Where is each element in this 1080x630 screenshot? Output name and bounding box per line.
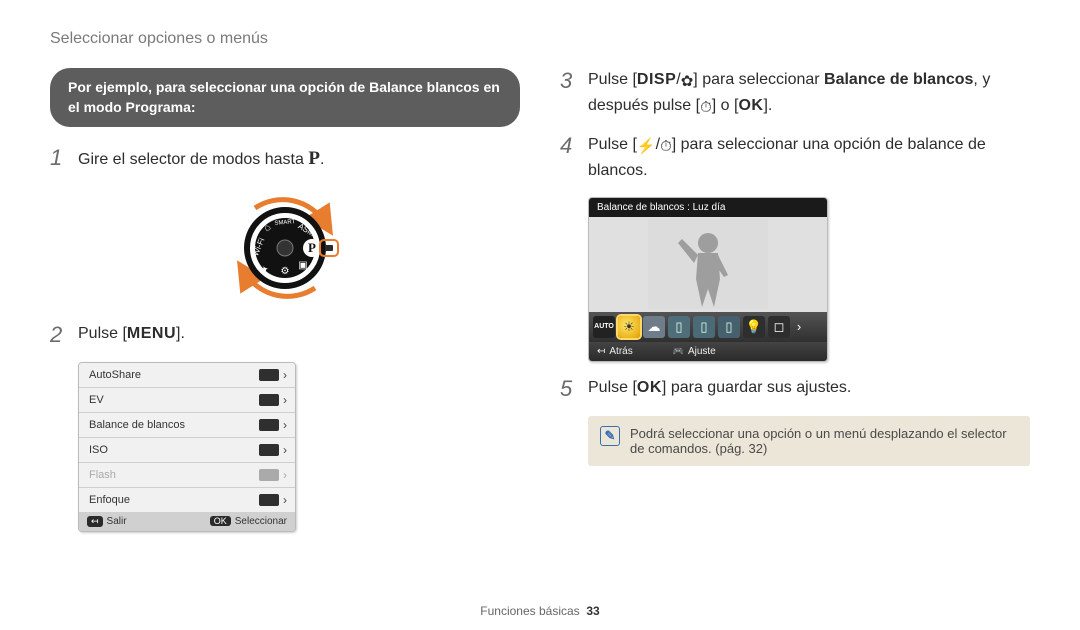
- wb-title: Balance de blancos : Luz día: [589, 198, 827, 217]
- info-note: ✎ Podrá seleccionar una opción o un menú…: [588, 416, 1030, 466]
- ev-icon: [259, 394, 279, 406]
- left-column: Por ejemplo, para seleccionar una opción…: [50, 68, 520, 532]
- mode-dial-illustration: SMART ASM ⌂ Wi-Fi ✦ ⚙ ▣ P: [225, 188, 345, 308]
- wb-fluorescent3-icon: ▯: [718, 316, 740, 338]
- menu-footer: ↤Salir OKSeleccionar: [79, 512, 295, 531]
- step-3: 3 Pulse [DISP/✿] para seleccionar Balanc…: [560, 68, 1030, 119]
- step-number: 1: [50, 145, 78, 171]
- note-text: Podrá seleccionar una opción o un menú d…: [630, 426, 1018, 456]
- wifi-icon: [259, 369, 279, 381]
- wb-custom-icon: ◻: [768, 316, 790, 338]
- step-1: 1 Gire el selector de modos hasta P.: [50, 145, 520, 174]
- page-footer: Funciones básicas 33: [0, 604, 1080, 618]
- chevron-right-icon: ›: [283, 493, 287, 507]
- chevron-right-icon: ›: [283, 443, 287, 457]
- svg-text:P: P: [308, 240, 316, 255]
- menu-item-autoshare: AutoShare ›: [79, 363, 295, 388]
- example-callout: Por ejemplo, para seleccionar una opción…: [50, 68, 520, 127]
- wb-fluorescent1-icon: ▯: [668, 316, 690, 338]
- step-number: 3: [560, 68, 588, 94]
- disp-button-label: DISP: [637, 71, 676, 88]
- timer-icon: ⏱: [660, 136, 672, 159]
- chevron-right-icon: ›: [283, 418, 287, 432]
- wb-cloudy-icon: ☁: [643, 316, 665, 338]
- wb-option-strip: AUTO ☀ ☁ ▯ ▯ ▯ 💡 ◻ ›: [589, 312, 827, 342]
- flash-icon: ⚡: [637, 136, 656, 159]
- wb-daylight-icon: ☀: [618, 316, 640, 338]
- wb-preview-image: [589, 217, 827, 312]
- step-number: 5: [560, 376, 588, 402]
- step-5: 5 Pulse [OK] para guardar sus ajustes.: [560, 376, 1030, 402]
- wb-incandescent-icon: 💡: [743, 316, 765, 338]
- macro-icon: ✿: [681, 71, 694, 94]
- right-column: 3 Pulse [DISP/✿] para seleccionar Balanc…: [560, 68, 1030, 532]
- wb-selection-screenshot: Balance de blancos : Luz día AUTO ☀ ☁ ▯ …: [588, 197, 828, 362]
- chevron-right-icon: ›: [283, 468, 287, 482]
- wb-next-icon: ›: [793, 316, 805, 338]
- menu-item-wb: Balance de blancos ›: [79, 413, 295, 438]
- menu-button-label: MENU: [127, 325, 176, 342]
- note-icon: ✎: [600, 426, 620, 446]
- chevron-right-icon: ›: [283, 393, 287, 407]
- menu-item-enfoque: Enfoque ›: [79, 488, 295, 512]
- menu-item-flash: Flash ›: [79, 463, 295, 488]
- iso-icon: [259, 444, 279, 456]
- step-4: 4 Pulse [⚡/⏱] para seleccionar una opció…: [560, 133, 1030, 183]
- focus-icon: [259, 494, 279, 506]
- menu-item-iso: ISO ›: [79, 438, 295, 463]
- flash-icon: [259, 469, 279, 481]
- wb-awb-icon: AUTO: [593, 316, 615, 338]
- joystick-icon: [673, 346, 684, 357]
- back-icon: [597, 346, 605, 357]
- wb-fluorescent2-icon: ▯: [693, 316, 715, 338]
- ok-button-label: OK: [637, 379, 662, 396]
- step-number: 4: [560, 133, 588, 159]
- wb-bold-label: Balance de blancos: [824, 71, 973, 88]
- mode-p-label: P: [308, 148, 320, 169]
- wb-footer: Atrás Ajuste: [589, 342, 827, 361]
- wb-icon: [259, 419, 279, 431]
- camera-menu-screenshot: AutoShare › EV › Balance de blancos › IS…: [78, 362, 296, 532]
- svg-text:⚙: ⚙: [281, 266, 290, 277]
- page-title: Seleccionar opciones o menús: [50, 30, 1030, 48]
- timer-icon: ⏱: [700, 97, 712, 120]
- step-2: 2 Pulse [MENU].: [50, 322, 520, 348]
- chevron-right-icon: ›: [283, 368, 287, 382]
- ok-button-label: OK: [738, 97, 763, 114]
- back-key-icon: ↤: [87, 516, 103, 527]
- step-number: 2: [50, 322, 78, 348]
- menu-item-ev: EV ›: [79, 388, 295, 413]
- ok-key-icon: OK: [210, 516, 231, 526]
- svg-text:▣: ▣: [298, 260, 307, 271]
